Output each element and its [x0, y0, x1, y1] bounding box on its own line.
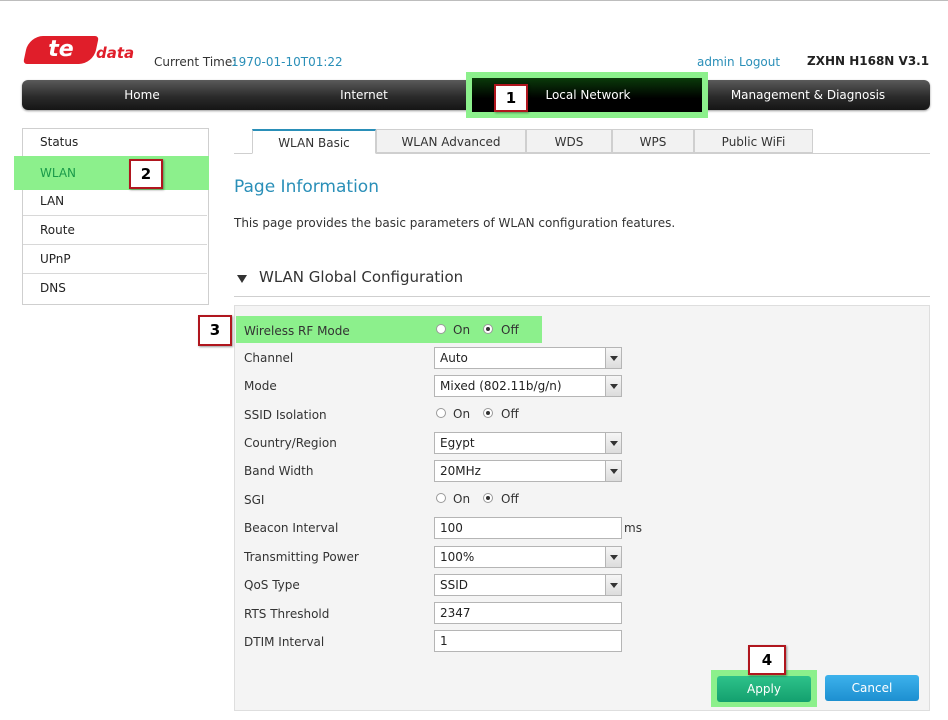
channel-select[interactable]: Auto: [434, 347, 622, 369]
ssid-isolation-label: SSID Isolation: [244, 408, 327, 422]
sgi-off-label: Off: [501, 492, 519, 506]
page-description: This page provides the basic parameters …: [234, 216, 676, 230]
country-select[interactable]: Egypt: [434, 432, 622, 454]
chevron-down-icon: [605, 575, 621, 595]
admin-link[interactable]: admin: [697, 55, 735, 69]
channel-value: Auto: [440, 351, 468, 365]
channel-label: Channel: [244, 351, 294, 365]
cancel-button[interactable]: Cancel: [825, 675, 919, 701]
ssid-isolation-on-label: On: [453, 407, 471, 421]
ssid-isolation-off-label: Off: [501, 407, 519, 421]
nav-internet[interactable]: Internet: [314, 80, 414, 110]
sidebar-item-status[interactable]: Status: [23, 128, 207, 157]
callout-4: 4: [748, 645, 786, 675]
device-model: ZXHN H168N V3.1: [807, 54, 930, 68]
current-time-value: 1970-01-10T01:22: [231, 55, 343, 69]
bandwidth-label: Band Width: [244, 464, 314, 478]
nav-home[interactable]: Home: [92, 80, 192, 110]
beacon-interval-unit: ms: [624, 521, 642, 535]
tab-wlan-basic[interactable]: WLAN Basic: [252, 129, 376, 154]
chevron-down-icon: [605, 348, 621, 368]
tab-wlan-advanced[interactable]: WLAN Advanced: [376, 129, 526, 153]
ssid-isolation-off-radio[interactable]: [483, 408, 493, 418]
rf-mode-off-label: Off: [501, 323, 519, 337]
logout-link[interactable]: Logout: [739, 55, 780, 69]
callout-2: 2: [129, 159, 163, 189]
sidebar-item-wlan[interactable]: WLAN: [40, 158, 76, 188]
tx-power-label: Transmitting Power: [244, 550, 359, 564]
chevron-down-icon: [605, 433, 621, 453]
callout-3: 3: [198, 315, 232, 346]
rf-mode-on-radio[interactable]: [436, 324, 446, 334]
mode-label: Mode: [244, 379, 277, 393]
tx-power-select[interactable]: 100%: [434, 546, 622, 568]
mode-select[interactable]: Mixed (802.11b/g/n): [434, 375, 622, 397]
qos-type-label: QoS Type: [244, 578, 300, 592]
logo-subtext: data: [96, 44, 135, 62]
qos-type-value: SSID: [440, 578, 469, 592]
tab-wps[interactable]: WPS: [612, 129, 694, 153]
bandwidth-value: 20MHz: [440, 464, 481, 478]
section-title[interactable]: WLAN Global Configuration: [259, 268, 463, 286]
sidebar-item-route[interactable]: Route: [23, 216, 207, 245]
rts-threshold-input[interactable]: 2347: [434, 602, 622, 624]
sgi-off-radio[interactable]: [483, 493, 493, 503]
bandwidth-select[interactable]: 20MHz: [434, 460, 622, 482]
dtim-interval-label: DTIM Interval: [244, 635, 325, 649]
beacon-interval-label: Beacon Interval: [244, 521, 339, 535]
rf-mode-label: Wireless RF Mode: [244, 324, 350, 338]
ssid-isolation-on-radio[interactable]: [436, 408, 446, 418]
page-title: Page Information: [234, 177, 379, 197]
sidebar-item-dns[interactable]: DNS: [23, 274, 207, 303]
country-label: Country/Region: [244, 436, 337, 450]
apply-button[interactable]: Apply: [717, 676, 811, 702]
mode-value: Mixed (802.11b/g/n): [440, 379, 562, 393]
sgi-label: SGI: [244, 493, 265, 507]
nav-management-diagnosis[interactable]: Management & Diagnosis: [718, 80, 898, 110]
dtim-interval-input[interactable]: 1: [434, 630, 622, 652]
rf-mode-off-radio[interactable]: [483, 324, 493, 334]
logo-text: te: [48, 37, 74, 62]
tab-wds[interactable]: WDS: [526, 129, 612, 153]
chevron-down-icon: [605, 547, 621, 567]
rts-threshold-label: RTS Threshold: [244, 607, 330, 621]
collapse-triangle-icon[interactable]: [237, 275, 247, 283]
chevron-down-icon: [605, 376, 621, 396]
current-time-label: Current Time:: [154, 55, 237, 69]
section-divider: [234, 296, 930, 297]
country-value: Egypt: [440, 436, 475, 450]
nav-local-network[interactable]: Local Network: [520, 80, 656, 110]
callout-1: 1: [494, 84, 528, 112]
sgi-on-radio[interactable]: [436, 493, 446, 503]
sidebar-item-upnp[interactable]: UPnP: [23, 245, 207, 274]
qos-type-select[interactable]: SSID: [434, 574, 622, 596]
chevron-down-icon: [605, 461, 621, 481]
rf-mode-on-label: On: [453, 323, 471, 337]
tx-power-value: 100%: [440, 550, 475, 564]
top-border: [0, 0, 948, 1]
sgi-on-label: On: [453, 492, 471, 506]
tab-public-wifi[interactable]: Public WiFi: [694, 129, 813, 153]
sidebar-item-lan[interactable]: LAN: [23, 187, 207, 216]
beacon-interval-input[interactable]: 100: [434, 517, 622, 539]
